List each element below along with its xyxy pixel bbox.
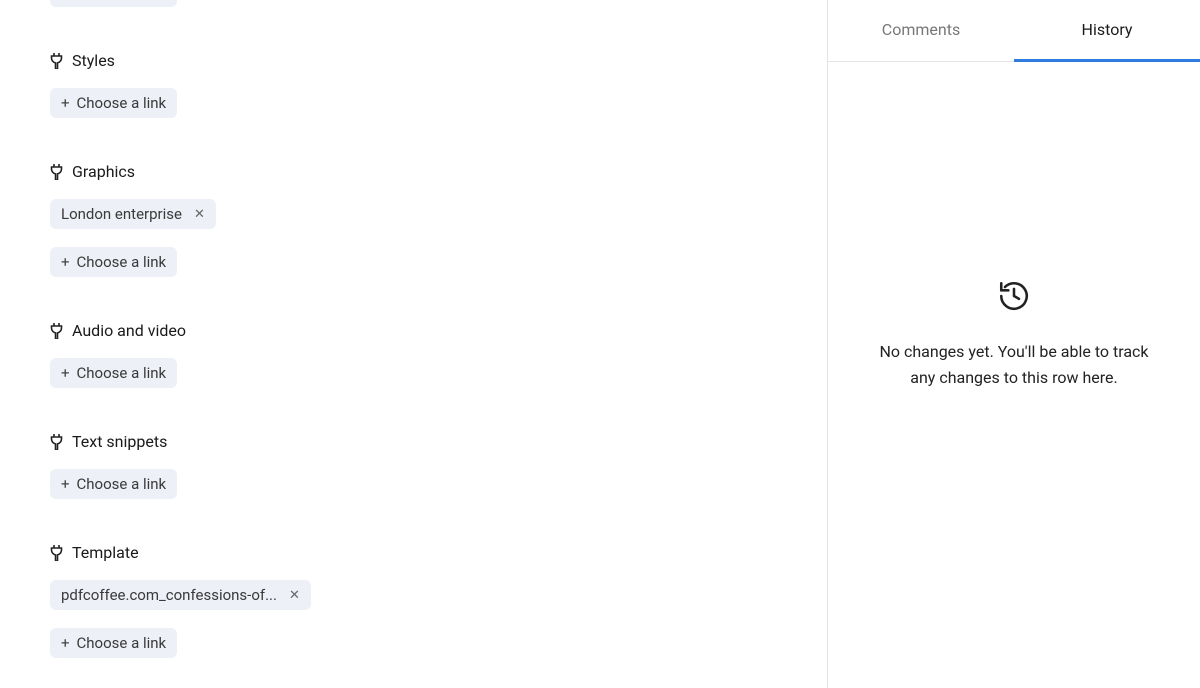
choose-link-button[interactable]: + Choose a link <box>50 469 177 499</box>
tab-label-history: History <box>1082 20 1133 39</box>
right-sidebar: Comments History No changes yet. You'll … <box>827 0 1200 688</box>
tab-history[interactable]: History <box>1014 0 1200 62</box>
section-header-text-snippets: Text snippets <box>50 432 827 451</box>
choose-link-button[interactable]: + Choose a link <box>50 247 177 277</box>
plug-icon <box>50 434 63 450</box>
plug-icon <box>50 323 63 339</box>
choose-link-button[interactable]: + Choose a link <box>50 358 177 388</box>
plug-icon <box>50 53 63 69</box>
plug-icon <box>50 164 63 180</box>
link-chip[interactable]: London enterprise ✕ <box>50 199 216 229</box>
choose-link-button[interactable]: + Choose a link <box>50 628 177 658</box>
plus-icon: + <box>61 366 70 381</box>
section-header-template: Template <box>50 543 827 562</box>
section-label: Text snippets <box>72 432 167 451</box>
plus-icon: + <box>61 477 70 492</box>
sidebar-tabs: Comments History <box>828 0 1200 62</box>
remove-chip-icon[interactable]: ✕ <box>289 588 300 603</box>
plug-icon <box>50 545 63 561</box>
section-header-audio-video: Audio and video <box>50 321 827 340</box>
choose-link-label: Choose a link <box>77 634 167 652</box>
history-panel: No changes yet. You'll be able to track … <box>828 62 1200 688</box>
section-label: Graphics <box>72 162 135 181</box>
plus-icon: + <box>61 255 70 270</box>
choose-link-label: Choose a link <box>77 253 167 271</box>
tab-label-comments: Comments <box>882 20 960 39</box>
section-header-styles: Styles <box>50 51 827 70</box>
choose-link-button[interactable]: + Choose a link <box>50 88 177 118</box>
section-header-graphics: Graphics <box>50 162 827 181</box>
tab-comments[interactable]: Comments <box>828 0 1014 62</box>
choose-link-label: Choose a link <box>77 364 167 382</box>
main-scroll-area[interactable]: + Choose a link Styles + Choose a link G… <box>0 0 827 688</box>
section-label: Template <box>72 543 139 562</box>
section-label: Audio and video <box>72 321 186 340</box>
choose-link-button[interactable]: + Choose a link <box>50 0 177 7</box>
chip-label: London enterprise <box>61 205 182 223</box>
history-icon <box>997 279 1031 313</box>
link-chip[interactable]: pdfcoffee.com_confessions-of... ✕ <box>50 580 311 610</box>
section-label: Styles <box>72 51 115 70</box>
history-empty-text: No changes yet. You'll be able to track … <box>868 339 1160 390</box>
remove-chip-icon[interactable]: ✕ <box>194 207 205 222</box>
plus-icon: + <box>61 96 70 111</box>
chip-label: pdfcoffee.com_confessions-of... <box>61 586 277 604</box>
choose-link-label: Choose a link <box>77 475 167 493</box>
plus-icon: + <box>61 636 70 651</box>
choose-link-label: Choose a link <box>77 94 167 112</box>
choose-link-label: Choose a link <box>77 0 167 1</box>
